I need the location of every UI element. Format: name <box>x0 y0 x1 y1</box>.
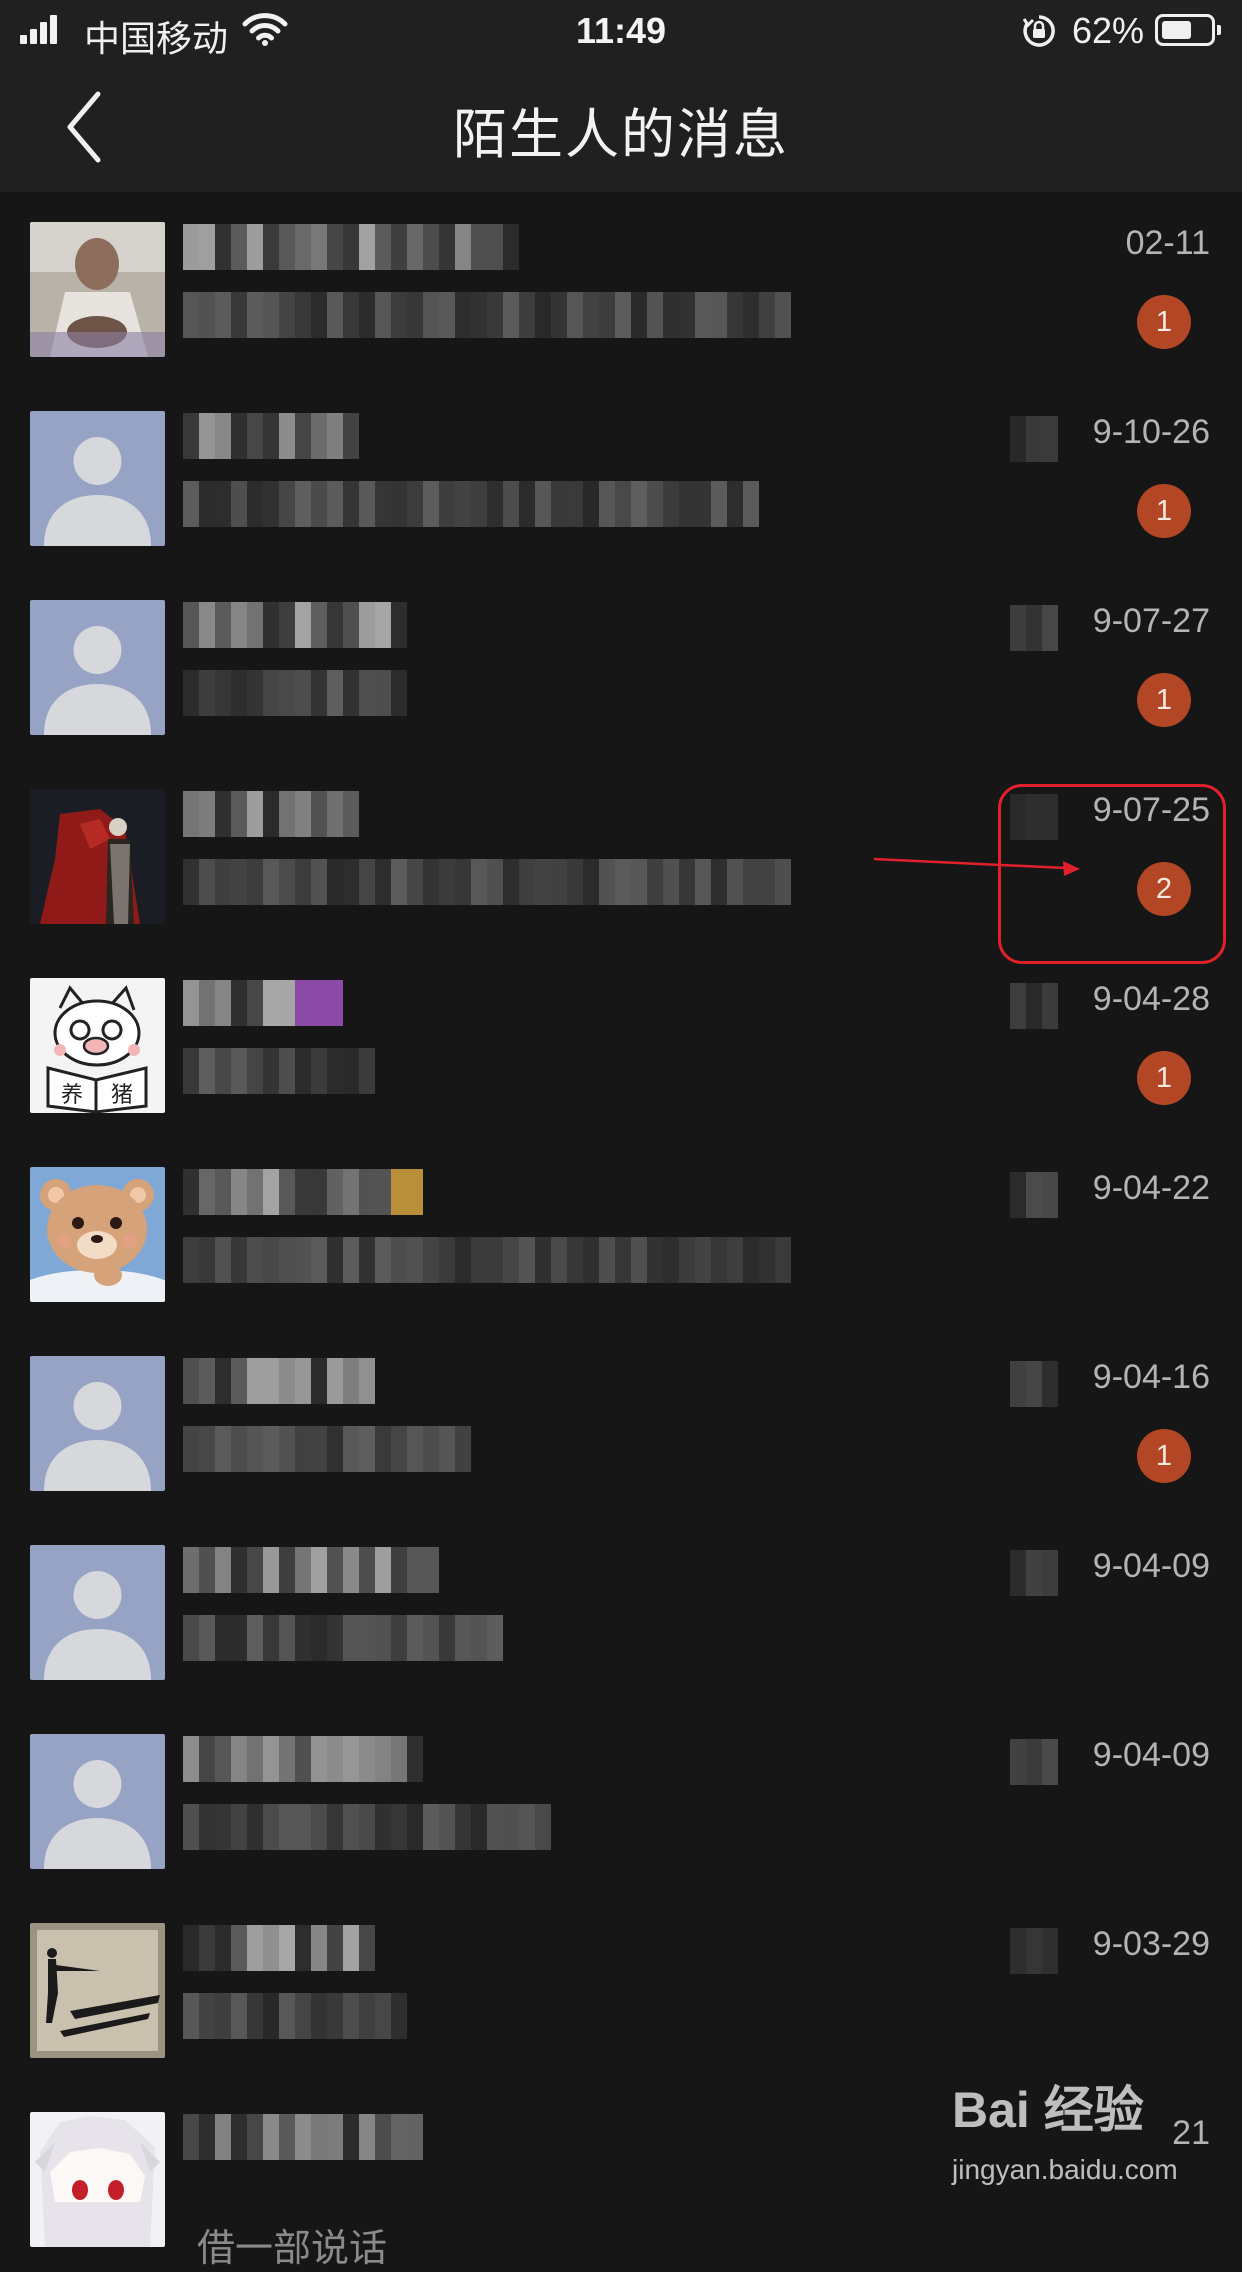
watermark-url: jingyan.baidu.com <box>952 2154 1178 2185</box>
watermark-logo: Bai 经验 <box>952 2082 1144 2138</box>
annotation-arrow <box>873 857 1080 876</box>
message-preview-text: 借一部说话 <box>197 2228 388 2270</box>
baidu-jingyan-watermark: Bai 经验 jingyan.baidu.com <box>950 2070 1230 2200</box>
